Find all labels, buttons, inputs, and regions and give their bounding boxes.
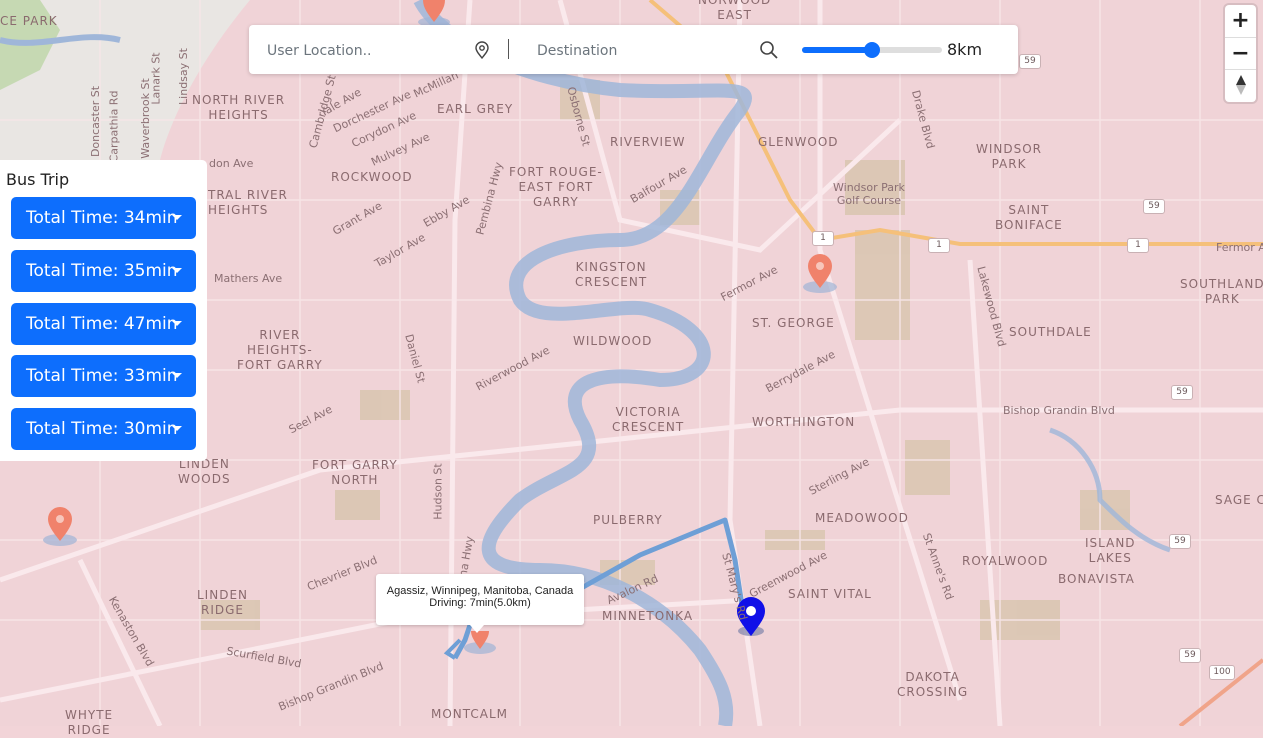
neighbourhood-label: MINNETONKA bbox=[602, 609, 694, 623]
search-divider bbox=[508, 39, 509, 59]
highway-badge: 59 bbox=[1143, 199, 1165, 214]
street-label: Mathers Ave bbox=[214, 272, 283, 285]
neighbourhood-label: WHYTE RIDGE bbox=[65, 708, 114, 737]
highway-badge: 1 bbox=[928, 238, 950, 253]
neighbourhood-label: ROCKWOOD bbox=[331, 170, 413, 184]
caret-down-icon bbox=[172, 426, 182, 431]
neighbourhood-label: FORT GARRY NORTH bbox=[312, 458, 398, 487]
neighbourhood-label: KINGSTON CRESCENT bbox=[575, 260, 648, 289]
zoom-in-button[interactable]: + bbox=[1225, 5, 1256, 36]
popup-travel-info: Driving: 7min(5.0km) bbox=[429, 597, 531, 609]
trip-option-button[interactable]: Total Time: 30min bbox=[11, 408, 196, 450]
radius-slider-thumb[interactable] bbox=[864, 42, 880, 58]
trip-option-label: Total Time: 33min bbox=[26, 366, 178, 386]
street-label: Fermor Av bbox=[1216, 241, 1263, 254]
neighbourhood-label: RIVERVIEW bbox=[610, 135, 686, 149]
street-label: Hudson St bbox=[431, 463, 445, 520]
caret-down-icon bbox=[172, 321, 182, 326]
bus-trip-title: Bus Trip bbox=[6, 170, 70, 189]
neighbourhood-label: MEADOWOOD bbox=[815, 511, 909, 525]
neighbourhood-label: TRAL RIVER HEIGHTS bbox=[208, 188, 288, 217]
search-bar: 8km bbox=[249, 25, 1018, 74]
radius-slider[interactable] bbox=[802, 42, 942, 58]
neighbourhood-label: WINDSOR PARK bbox=[976, 142, 1043, 171]
trip-option-label: Total Time: 47min bbox=[26, 314, 178, 334]
street-label: Doncaster St bbox=[89, 85, 103, 158]
zoom-out-button[interactable]: − bbox=[1225, 37, 1256, 69]
popup-tip bbox=[470, 625, 484, 633]
zoom-controls: + − bbox=[1225, 5, 1256, 102]
neighbourhood-label: SAINT VITAL bbox=[788, 587, 872, 601]
neighbourhood-label: ROYALWOOD bbox=[962, 554, 1049, 568]
neighbourhood-label: CE PARK bbox=[0, 14, 58, 28]
search-icon[interactable] bbox=[759, 40, 779, 60]
compass-button[interactable] bbox=[1225, 69, 1256, 101]
street-label: Carpathia Rd bbox=[107, 90, 121, 163]
highway-badge: 59 bbox=[1169, 534, 1191, 549]
neighbourhood-label: NORWOOD EAST bbox=[698, 0, 772, 22]
trip-option-button[interactable]: Total Time: 33min bbox=[11, 355, 196, 397]
neighbourhood-label: LINDEN WOODS bbox=[178, 457, 231, 486]
neighbourhood-label: WILDWOOD bbox=[573, 334, 653, 348]
neighbourhood-label: WORTHINGTON bbox=[752, 415, 856, 429]
radius-slider-fill bbox=[802, 47, 872, 53]
neighbourhood-label: DAKOTA CROSSING bbox=[897, 670, 969, 699]
street-label: Lindsay St bbox=[176, 48, 190, 105]
trip-option-button[interactable]: Total Time: 34min bbox=[11, 197, 196, 239]
destination-input[interactable] bbox=[535, 39, 739, 63]
neighbourhood-label: GLENWOOD bbox=[758, 135, 839, 149]
neighbourhood-label: SAINT BONIFACE bbox=[995, 203, 1063, 232]
neighbourhood-label: FORT ROUGE- EAST FORT GARRY bbox=[509, 165, 603, 209]
caret-down-icon bbox=[172, 268, 182, 273]
trip-option-label: Total Time: 34min bbox=[26, 208, 178, 228]
street-label: Bishop Grandin Blvd bbox=[1003, 404, 1115, 417]
street-label: Windsor Park Golf Course bbox=[833, 181, 905, 207]
highway-badge: 1 bbox=[812, 231, 834, 246]
highway-badge: 100 bbox=[1209, 665, 1235, 680]
trip-option-button[interactable]: Total Time: 47min bbox=[11, 303, 196, 345]
neighbourhood-label: LINDEN RIDGE bbox=[197, 588, 248, 617]
caret-down-icon bbox=[172, 373, 182, 378]
popup-address: Agassiz, Winnipeg, Manitoba, Canada bbox=[386, 585, 574, 597]
user-location-input[interactable] bbox=[265, 39, 469, 63]
highway-badge: 59 bbox=[1179, 648, 1201, 663]
neighbourhood-label: EARL GREY bbox=[437, 102, 514, 116]
trip-option-label: Total Time: 30min bbox=[26, 419, 178, 439]
neighbourhood-label: SAGE C bbox=[1215, 493, 1263, 507]
highway-badge: 1 bbox=[1127, 238, 1149, 253]
neighbourhood-label: BONAVISTA bbox=[1058, 572, 1135, 586]
neighbourhood-label: RIVER HEIGHTS- FORT GARRY bbox=[237, 328, 323, 372]
neighbourhood-label: VICTORIA CRESCENT bbox=[612, 405, 685, 434]
radius-value: 8km bbox=[947, 40, 983, 59]
compass-icon bbox=[1235, 75, 1246, 95]
highway-badge: 59 bbox=[1019, 54, 1041, 69]
caret-down-icon bbox=[172, 215, 182, 220]
street-label: Lanark St bbox=[149, 52, 163, 105]
neighbourhood-label: PULBERRY bbox=[593, 513, 663, 527]
location-popup: Agassiz, Winnipeg, Manitoba, Canada Driv… bbox=[376, 574, 584, 633]
neighbourhood-label: ISLAND LAKES bbox=[1085, 536, 1136, 565]
highway-badge: 59 bbox=[1171, 385, 1193, 400]
trip-option-label: Total Time: 35min bbox=[26, 261, 178, 281]
bus-trip-panel: Bus Trip Total Time: 34min Total Time: 3… bbox=[0, 160, 207, 461]
location-pin-icon[interactable] bbox=[474, 41, 490, 59]
neighbourhood-label: SOUTHDALE bbox=[1009, 325, 1092, 339]
neighbourhood-label: SOUTHLAND PARK bbox=[1180, 277, 1263, 306]
neighbourhood-label: NORTH RIVER HEIGHTS bbox=[192, 93, 286, 122]
neighbourhood-label: ST. GEORGE bbox=[752, 316, 835, 330]
trip-option-button[interactable]: Total Time: 35min bbox=[11, 250, 196, 292]
neighbourhood-label: MONTCALM bbox=[431, 707, 509, 721]
street-label: don Ave bbox=[209, 157, 254, 170]
